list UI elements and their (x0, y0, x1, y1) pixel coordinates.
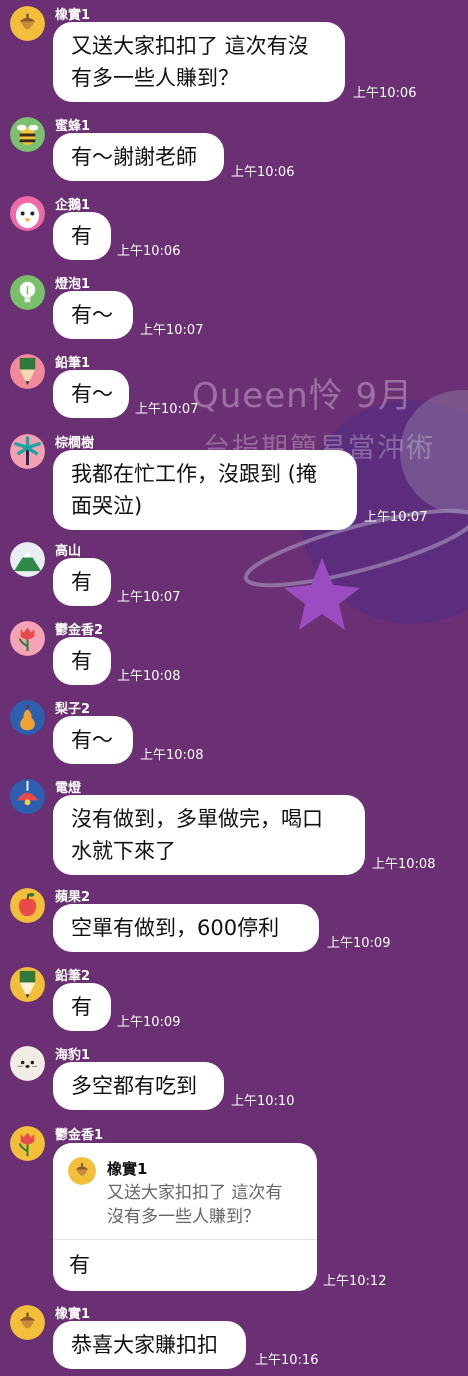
lamp-icon[interactable] (10, 779, 45, 814)
message-bubble[interactable]: 有 (53, 212, 111, 260)
quoted-sender: 橡實1 (107, 1160, 148, 1178)
message-bubble[interactable]: 空單有做到，600停利 (53, 904, 319, 952)
sender-name: 鬱金香1 (55, 1128, 104, 1143)
tulip-icon[interactable] (10, 1126, 45, 1161)
acorn-icon[interactable] (10, 6, 45, 41)
lightbulb-icon[interactable] (10, 275, 45, 310)
timestamp: 上午10:09 (117, 1015, 181, 1030)
tulip-icon[interactable] (10, 621, 45, 656)
message-bubble[interactable]: 有～ (53, 291, 133, 339)
message-bubble[interactable]: 有 (53, 637, 111, 685)
message-text: 有 (69, 1253, 90, 1277)
message-text: 有～謝謝老師 (71, 145, 197, 169)
timestamp: 上午10:07 (140, 323, 204, 338)
quoted-message[interactable]: 又送大家扣扣了 這次有 沒有多一些人賺到？ (107, 1181, 282, 1229)
message-text: 空單有做到，600停利 (71, 916, 280, 940)
pencil-icon[interactable] (10, 967, 45, 1002)
message-text: 有～ (71, 728, 113, 752)
pear-icon[interactable] (10, 700, 45, 735)
message-bubble[interactable]: 有～ (53, 716, 133, 764)
apple-icon[interactable] (10, 888, 45, 923)
message-bubble[interactable]: 有 (53, 558, 111, 606)
pencil-icon[interactable] (10, 354, 45, 389)
message-text: 有 (71, 570, 92, 594)
sender-name: 鬱金香2 (55, 623, 104, 638)
message-text: 恭喜大家賺扣扣 (71, 1333, 218, 1357)
timestamp: 上午10:16 (255, 1353, 319, 1368)
timestamp: 上午10:07 (117, 590, 181, 605)
reply-bubble[interactable]: 橡實1 又送大家扣扣了 這次有 沒有多一些人賺到？ 有 (53, 1143, 317, 1291)
message-bubble[interactable]: 有 (53, 983, 111, 1031)
timestamp: 上午10:06 (117, 244, 181, 259)
reply-divider (53, 1239, 317, 1240)
message-text: 有 (71, 649, 92, 673)
message-text: 又送大家扣扣了 這次有沒 有多一些人賺到？ (71, 34, 309, 90)
sender-name: 電燈 (55, 781, 82, 796)
acorn-icon (68, 1157, 96, 1185)
message-bubble[interactable]: 又送大家扣扣了 這次有沒 有多一些人賺到？ (53, 22, 345, 102)
sender-name: 梨子2 (55, 702, 91, 717)
message-text: 我都在忙工作，沒跟到 (掩 面哭泣) (71, 462, 317, 518)
palm-tree-icon[interactable] (10, 434, 45, 469)
timestamp: 上午10:10 (231, 1094, 295, 1109)
sender-name: 橡實1 (55, 8, 91, 23)
message-text: 有 (71, 995, 92, 1019)
sender-name: 蜜蜂1 (55, 119, 91, 134)
sender-name: 棕櫚樹 (55, 436, 95, 451)
message-bubble[interactable]: 多空都有吃到 (53, 1062, 224, 1110)
acorn-icon[interactable] (10, 1305, 45, 1340)
sender-name: 橡實1 (55, 1307, 91, 1322)
message-bubble[interactable]: 沒有做到，多單做完，喝口 水就下來了 (53, 795, 365, 875)
seal-icon[interactable] (10, 1046, 45, 1081)
timestamp: 上午10:07 (135, 402, 199, 417)
message-bubble[interactable]: 有～ (53, 370, 129, 418)
sender-name: 蘋果2 (55, 890, 91, 905)
watermark-title: Queen怜 9月 (192, 376, 414, 416)
message-text: 有 (71, 224, 92, 248)
timestamp: 上午10:06 (353, 86, 417, 101)
mountain-icon[interactable] (10, 542, 45, 577)
message-text: 有～ (71, 382, 113, 406)
bee-icon[interactable] (10, 117, 45, 152)
message-bubble[interactable]: 有～謝謝老師 (53, 133, 224, 181)
timestamp: 上午10:08 (140, 748, 204, 763)
timestamp: 上午10:07 (364, 510, 428, 525)
timestamp: 上午10:08 (372, 857, 436, 872)
sender-name: 鉛筆1 (55, 356, 91, 371)
penguin-icon[interactable] (10, 196, 45, 231)
timestamp: 上午10:12 (323, 1274, 387, 1289)
message-text: 沒有做到，多單做完，喝口 水就下來了 (71, 807, 323, 863)
sender-name: 高山 (55, 544, 82, 559)
sender-name: 燈泡1 (55, 277, 91, 292)
timestamp: 上午10:08 (117, 669, 181, 684)
sender-name: 鉛筆2 (55, 969, 91, 984)
timestamp: 上午10:06 (231, 165, 295, 180)
sender-name: 企鵝1 (55, 198, 91, 213)
message-bubble[interactable]: 恭喜大家賺扣扣 (53, 1321, 246, 1369)
message-bubble[interactable]: 我都在忙工作，沒跟到 (掩 面哭泣) (53, 450, 357, 530)
message-text: 多空都有吃到 (71, 1074, 197, 1098)
message-text: 有～ (71, 303, 113, 327)
sender-name: 海豹1 (55, 1048, 91, 1063)
timestamp: 上午10:09 (327, 936, 391, 951)
